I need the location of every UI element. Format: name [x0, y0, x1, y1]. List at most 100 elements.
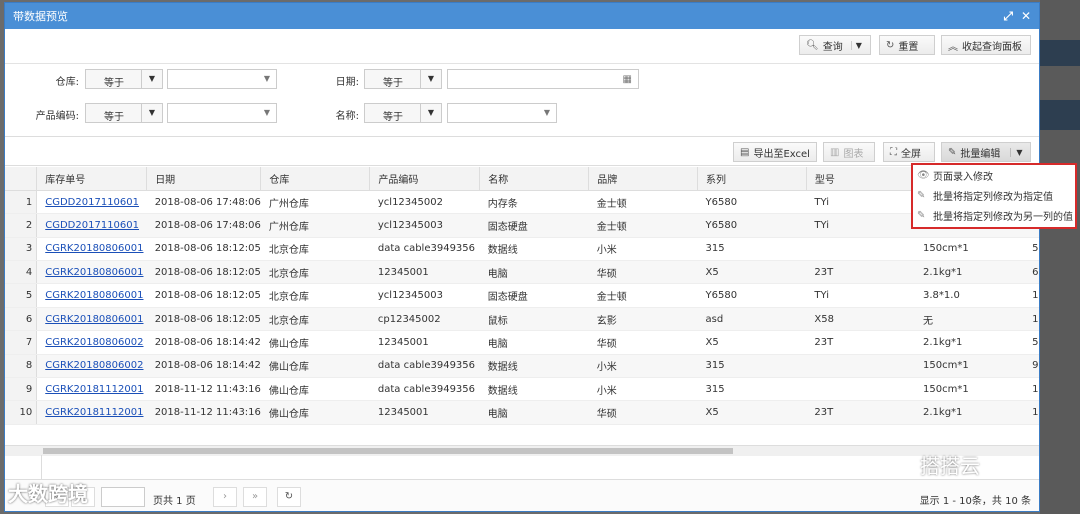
- order-number-link[interactable]: CGRK20180806001: [45, 314, 143, 325]
- order-number-link[interactable]: CGRK20180806001: [45, 243, 143, 254]
- table-cell: 金士顿: [588, 213, 698, 238]
- table-row[interactable]: 8 CGRK20180806002 2018-08-06 18:14:42 佛山仓库 d…: [5, 354, 1039, 379]
- table-cell: 315: [697, 377, 807, 402]
- order-number-link[interactable]: CGDD2017110601: [45, 197, 139, 208]
- order-number-link[interactable]: CGRK20180806001: [45, 290, 143, 301]
- chevron-down-icon[interactable]: ▼: [141, 104, 162, 122]
- table-cell: 2018-08-06 18:12:05: [146, 307, 261, 332]
- table-cell: 小米: [588, 354, 698, 379]
- menu-item-copy-from-column[interactable]: ✎ 批量将指定列修改为另一列的值: [913, 205, 1075, 225]
- reset-button[interactable]: ↻ 重置: [879, 35, 935, 55]
- table-row[interactable]: 5 CGRK20180806001 2018-08-06 18:12:05 北京仓库 y…: [5, 283, 1039, 308]
- table-cell: 2018-08-06 18:12:05: [146, 260, 261, 285]
- table-cell: 150cm*1: [915, 354, 1025, 379]
- collapse-query-panel-button[interactable]: ︽ 收起查询面板: [941, 35, 1031, 55]
- menu-item-set-column-value[interactable]: ✎ 批量将指定列修改为指定值: [913, 185, 1075, 205]
- table-cell: X5: [697, 260, 807, 285]
- close-icon[interactable]: ✕: [1021, 9, 1031, 23]
- table-row[interactable]: 9 CGRK20181112001 2018-11-12 11:43:16 佛山仓库 d…: [5, 377, 1039, 402]
- column-header[interactable]: 库存单号: [36, 167, 148, 191]
- column-header[interactable]: 名称: [479, 167, 590, 191]
- date-operator-select[interactable]: 等于 ▼: [364, 69, 442, 89]
- table-cell: 2018-08-06 17:48:06: [146, 190, 261, 215]
- table-cell: 电脑: [479, 330, 589, 355]
- name-label: 名称:: [335, 111, 359, 122]
- scrollbar-thumb[interactable]: [43, 448, 733, 454]
- table-cell: 2.1kg*1: [915, 330, 1025, 355]
- batch-edit-button[interactable]: ✎ 批量编辑 ▼: [941, 142, 1031, 162]
- chevron-down-icon[interactable]: ▼: [141, 70, 162, 88]
- order-number-link[interactable]: CGRK20180806002: [45, 337, 143, 348]
- table-body: 1 CGDD2017110601 2018-08-06 17:48:06 广州仓库 yc…: [5, 190, 1039, 425]
- product-code-operator-select[interactable]: 等于 ▼: [85, 103, 163, 123]
- table-cell: [806, 237, 916, 262]
- table-cell: 固态硬盘: [479, 213, 589, 238]
- table-cell: Y6580: [697, 213, 807, 238]
- warehouse-value-select[interactable]: ▼: [167, 69, 277, 89]
- maximize-icon[interactable]: ⤢: [1003, 9, 1013, 24]
- chevron-down-icon[interactable]: ▼: [850, 40, 862, 50]
- table-row[interactable]: 2 CGDD2017110601 2018-08-06 17:48:06 广州仓库 yc…: [5, 213, 1039, 238]
- table-row[interactable]: 10 CGRK20181112001 2018-11-12 11:43:16 佛山仓库…: [5, 400, 1039, 425]
- order-number-link[interactable]: CGRK20180806001: [45, 267, 143, 278]
- record-summary: 显示 1 - 10条，共 10 条: [919, 496, 1031, 507]
- order-number-link[interactable]: CGRK20180806002: [45, 360, 143, 371]
- order-number-link[interactable]: CGDD2017110601: [45, 220, 139, 231]
- chevron-down-icon[interactable]: ▼: [420, 70, 441, 88]
- column-header[interactable]: 日期: [146, 167, 262, 191]
- table-cell: 2018-08-06 18:12:05: [146, 237, 261, 262]
- table-row[interactable]: 6 CGRK20180806001 2018-08-06 18:12:05 北京仓库 c…: [5, 307, 1039, 332]
- table-cell: CGRK20180806002: [36, 354, 147, 379]
- query-button[interactable]: 🔍︎ 查询 ▼: [799, 35, 871, 55]
- column-header[interactable]: 型号: [806, 167, 916, 191]
- operator-value: 等于: [383, 78, 403, 89]
- export-excel-button[interactable]: ▤ 导出至Excel: [733, 142, 817, 162]
- product-code-value-select[interactable]: ▼: [167, 103, 277, 123]
- chevron-down-icon[interactable]: ▼: [420, 104, 441, 122]
- menu-item-page-entry-edit[interactable]: 👁︎ 页面录入修改: [913, 165, 1075, 185]
- operator-value: 等于: [104, 78, 124, 89]
- table-row[interactable]: 4 CGRK20180806001 2018-08-06 18:12:05 北京仓库 1…: [5, 260, 1039, 285]
- table-cell: Y6580: [697, 190, 807, 215]
- table-cell: CGDD2017110601: [36, 213, 147, 238]
- inventory-table: 库存单号 日期 仓库 产品编码 名称 品牌 系列 型号 1 CGDD2017110…: [5, 167, 1039, 425]
- table-cell: 1: [1024, 307, 1039, 332]
- order-number-link[interactable]: CGRK20181112001: [45, 384, 143, 395]
- table-cell: cp12345002: [369, 307, 480, 332]
- date-input[interactable]: ▦: [447, 69, 639, 89]
- table-cell: 华硕: [588, 400, 698, 425]
- query-toolbar: 🔍︎ 查询 ▼ ↻ 重置 ︽ 收起查询面板: [5, 29, 1039, 64]
- page-number-input[interactable]: [101, 487, 145, 507]
- refresh-icon: ↻: [886, 39, 895, 51]
- table-cell: 电脑: [479, 400, 589, 425]
- warehouse-label: 仓库:: [55, 77, 79, 88]
- table-cell: 1: [1024, 377, 1039, 402]
- order-number-link[interactable]: CGRK20181112001: [45, 407, 143, 418]
- warehouse-operator-select[interactable]: 等于 ▼: [85, 69, 163, 89]
- name-operator-select[interactable]: 等于 ▼: [364, 103, 442, 123]
- last-page-button[interactable]: »: [243, 487, 267, 507]
- table-cell: 广州仓库: [260, 213, 370, 238]
- table-cell: data cable3949356: [369, 377, 480, 402]
- refresh-icon[interactable]: ↻: [277, 487, 301, 507]
- column-header[interactable]: 品牌: [588, 167, 699, 191]
- horizontal-scrollbar[interactable]: [5, 445, 1039, 456]
- table-cell: TYi: [806, 283, 916, 308]
- fullscreen-button[interactable]: ⛶ 全屏: [883, 142, 935, 162]
- table-row[interactable]: 1 CGDD2017110601 2018-08-06 17:48:06 广州仓库 yc…: [5, 190, 1039, 215]
- chart-button[interactable]: ▥ 图表: [823, 142, 875, 162]
- table-row[interactable]: 3 CGRK20180806001 2018-08-06 18:12:05 北京仓库 d…: [5, 237, 1039, 262]
- chevron-down-icon[interactable]: ▼: [1010, 147, 1023, 157]
- name-value-select[interactable]: ▼: [447, 103, 557, 123]
- column-header[interactable]: 系列: [697, 167, 807, 191]
- row-number: 3: [5, 237, 38, 262]
- calendar-icon[interactable]: ▦: [623, 74, 632, 85]
- column-header[interactable]: 产品编码: [369, 167, 481, 191]
- table-row[interactable]: 7 CGRK20180806002 2018-08-06 18:14:42 佛山仓库 1…: [5, 330, 1039, 355]
- menu-item-label: 页面录入修改: [933, 171, 993, 183]
- row-number: 10: [5, 400, 38, 425]
- row-number: 5: [5, 283, 38, 308]
- table-cell: [806, 377, 916, 402]
- column-header[interactable]: 仓库: [260, 167, 371, 191]
- next-page-button[interactable]: ›: [213, 487, 237, 507]
